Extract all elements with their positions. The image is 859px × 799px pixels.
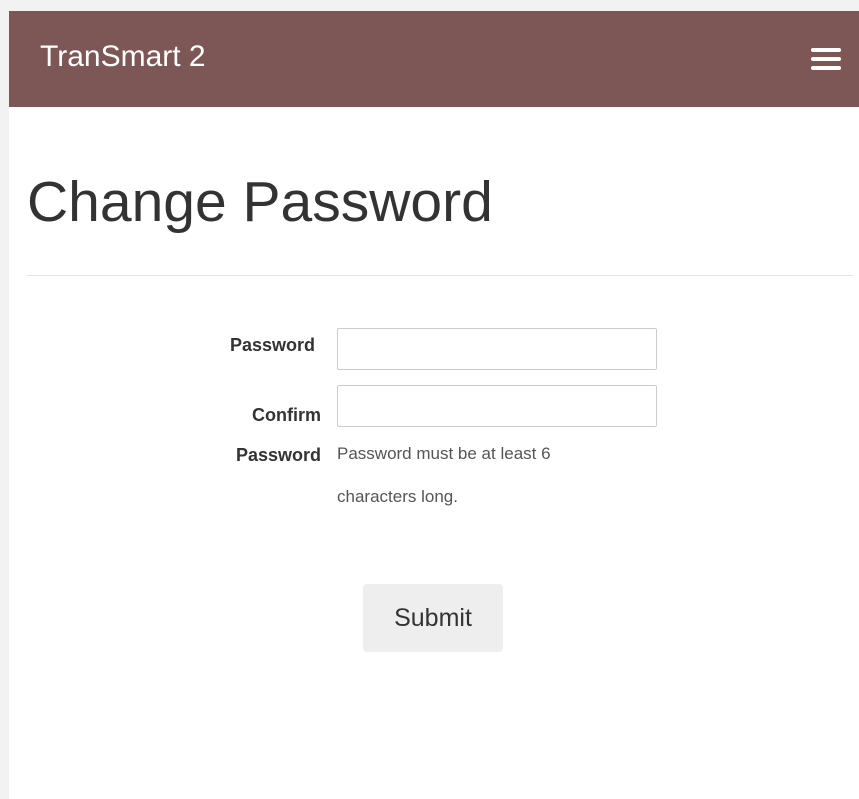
divider — [27, 275, 853, 276]
password-input[interactable] — [337, 328, 657, 370]
submit-button[interactable]: Submit — [363, 584, 503, 652]
confirm-password-label-line2: Password — [235, 445, 321, 465]
hamburger-icon[interactable] — [805, 44, 841, 74]
navbar: TranSmart 2 — [9, 11, 859, 107]
confirm-password-input[interactable] — [337, 385, 657, 427]
brand-link[interactable]: TranSmart 2 — [40, 39, 206, 75]
confirm-password-label: Confirm Password — [159, 395, 321, 475]
hamburger-bar — [811, 66, 841, 70]
hamburger-bar — [811, 48, 841, 52]
page-title: Change Password — [27, 170, 493, 234]
page-container: TranSmart 2 Change Password Password Con… — [9, 11, 859, 799]
confirm-password-label-line1: Confirm — [252, 405, 321, 425]
password-label: Password — [229, 335, 315, 355]
password-help-text: Password must be at least 6 characters l… — [337, 444, 551, 506]
hamburger-bar — [811, 57, 841, 61]
